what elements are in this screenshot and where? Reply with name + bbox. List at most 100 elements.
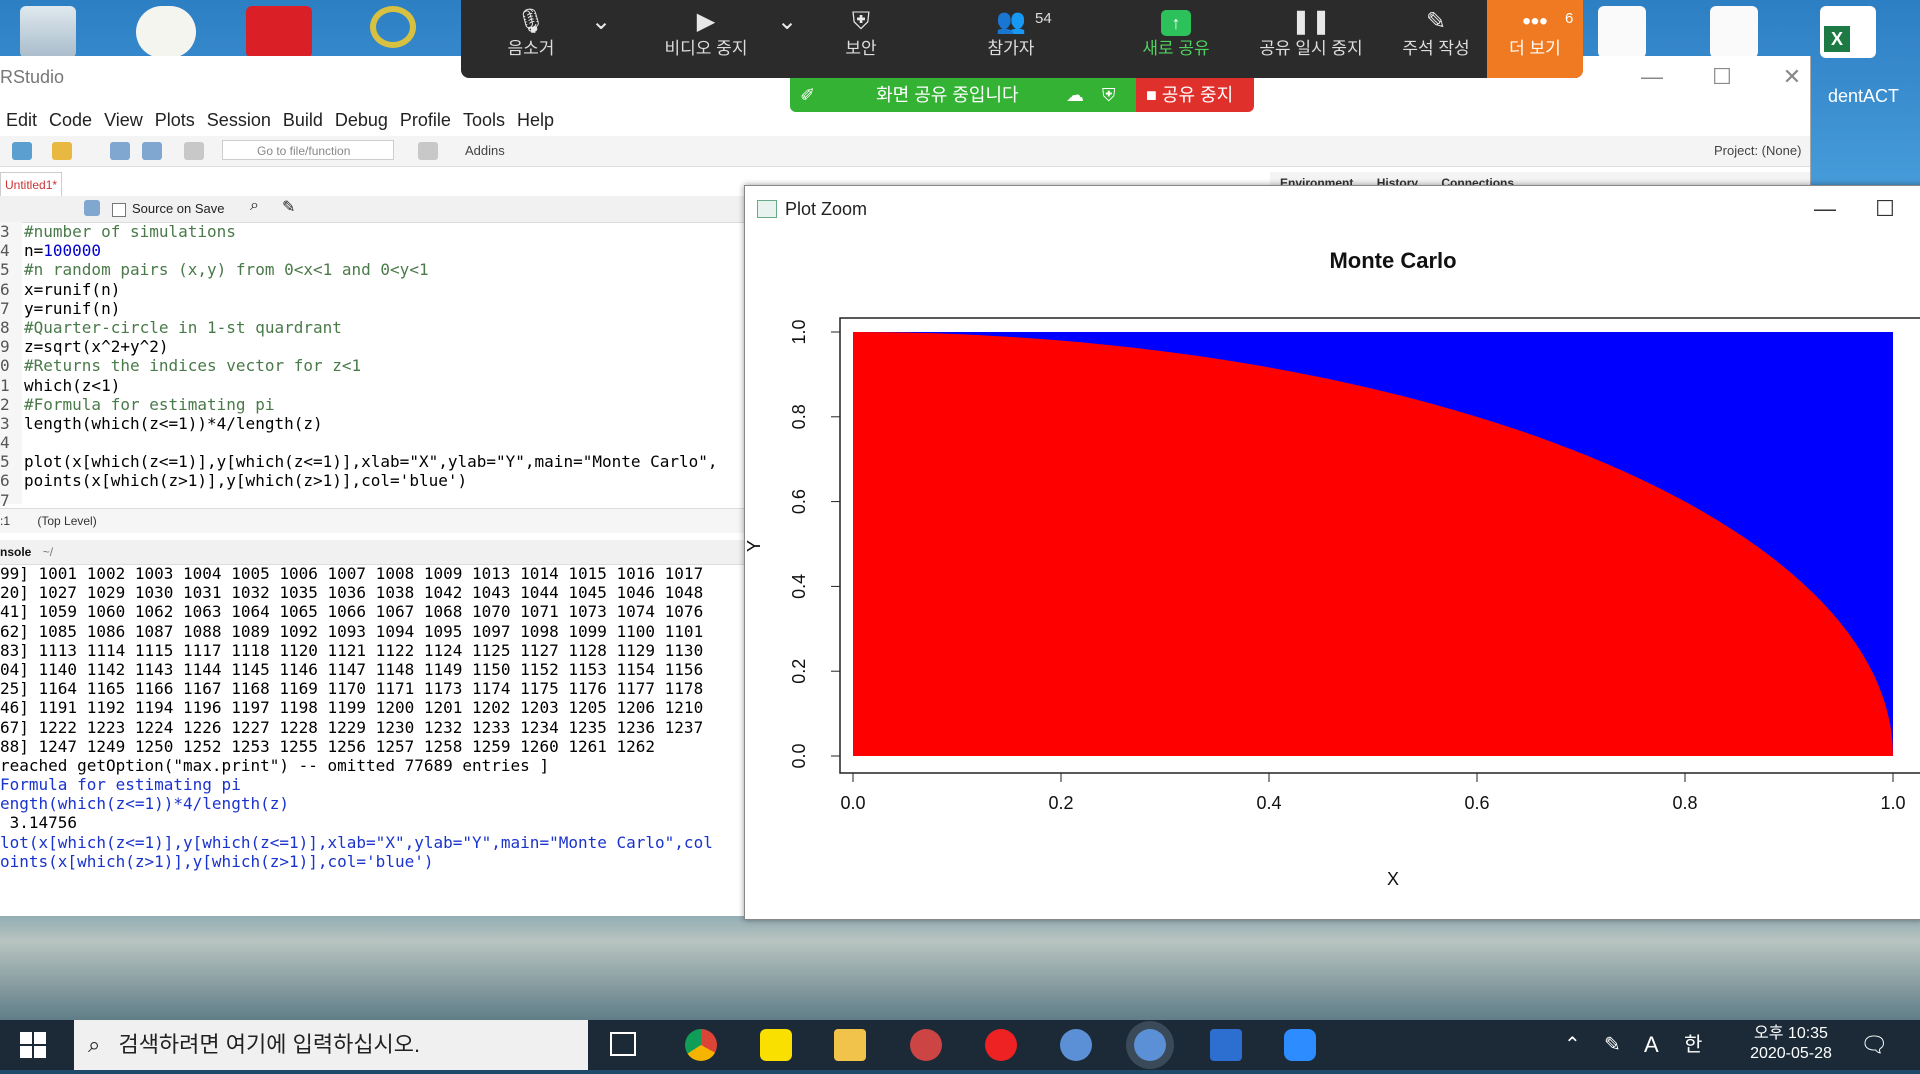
clock[interactable]: 오후 10:35 2020-05-28 — [1736, 1024, 1846, 1074]
desktop-icon-label: dentACT — [1828, 86, 1900, 106]
pen-tray-icon[interactable]: ✎ — [1604, 1020, 1621, 1070]
console-line: oints(x[which(z>1)],y[which(z>1)],col='b… — [0, 851, 434, 871]
goto-file-input[interactable]: Go to file/function — [222, 140, 394, 160]
new-share-button[interactable]: ↑ 새로 공유 — [1121, 0, 1231, 78]
menu-code[interactable]: Code — [43, 104, 98, 136]
code-line[interactable]: 3 #number of simulations — [0, 222, 745, 241]
document-icon[interactable] — [1598, 6, 1646, 58]
video-options-chevron[interactable]: ⌄ — [767, 0, 807, 78]
chrome-icon[interactable] — [685, 1029, 717, 1061]
save-script-icon[interactable] — [84, 200, 100, 216]
code-editor[interactable]: 3 #number of simulations 4 n=100000 5 #n rand… — [0, 222, 745, 510]
creative-cloud-icon[interactable] — [246, 6, 312, 58]
console-output[interactable]: 99] 1001 1002 1003 1004 1005 1006 1007 1… — [0, 564, 745, 964]
menu-build[interactable]: Build — [277, 104, 329, 136]
source-on-save-checkbox[interactable] — [112, 203, 126, 217]
excel-file-icon[interactable]: X — [1820, 6, 1876, 58]
new-file-icon[interactable] — [12, 142, 32, 160]
pause-share-button[interactable]: ❚❚ 공유 일시 중지 — [1241, 0, 1381, 78]
document-icon-2[interactable] — [1710, 6, 1758, 58]
more-badge: 6 — [1565, 10, 1574, 27]
open-file-icon[interactable] — [52, 142, 72, 160]
code-line[interactable]: 4 — [0, 433, 745, 452]
menu-bar: Edit Code View Plots Session Build Debug… — [0, 104, 560, 136]
code-line[interactable]: 0 #Returns the indices vector for z<1 — [0, 356, 745, 375]
code-line[interactable]: 2 #Formula for estimating pi — [0, 395, 745, 414]
notification-icon[interactable]: 🗨 — [1860, 1020, 1888, 1070]
project-menu[interactable]: Project: (None) — [1714, 143, 1801, 158]
rstudio-app-icon[interactable] — [1134, 1029, 1166, 1061]
maximize-button[interactable]: ☐ — [1690, 56, 1754, 98]
ime-mode-indicator[interactable]: A — [1644, 1020, 1659, 1070]
code-line[interactable]: 5 plot(x[which(z<=1)],y[which(z<=1)],xlab… — [0, 452, 745, 471]
menu-debug[interactable]: Debug — [329, 104, 394, 136]
menu-view[interactable]: View — [98, 104, 149, 136]
code-line[interactable]: 3 length(which(z<=1))*4/length(z) — [0, 414, 745, 433]
code-line[interactable]: 6 x=runif(n) — [0, 280, 745, 299]
sharing-banner[interactable]: ✐ 화면 공유 중입니다 ☁ ⛨ — [790, 78, 1136, 112]
save-all-icon[interactable] — [142, 142, 162, 160]
x-tick-label: 1.0 — [1880, 793, 1905, 813]
mascot-app-icon[interactable] — [136, 6, 196, 58]
taskbar: ⌕ 검색하려면 여기에 입력하십시오. ⌃ ✎ A 한 오후 10:35 202… — [0, 1020, 1920, 1070]
minimize-button[interactable]: — — [1620, 56, 1684, 98]
code-line[interactable]: 7 y=runif(n) — [0, 299, 745, 318]
recycle-bin-icon[interactable] — [20, 6, 76, 58]
grid-layout-icon[interactable] — [418, 142, 438, 160]
more-button[interactable]: ••• 더 보기 6 — [1487, 0, 1583, 78]
mute-button[interactable]: 🎙 음소거 — [481, 0, 581, 78]
whiteboard-icon[interactable] — [1210, 1029, 1242, 1061]
pause-icon: ❚❚ — [1290, 8, 1332, 35]
magic-wand-icon[interactable]: ✎ — [282, 197, 295, 217]
search-icon[interactable]: ⌕ — [250, 197, 259, 215]
x-tick-label: 0.2 — [1048, 793, 1073, 813]
menu-plots[interactable]: Plots — [149, 104, 201, 136]
menu-edit[interactable]: Edit — [0, 104, 43, 136]
code-text: #Returns the indices vector for z<1 — [24, 356, 362, 376]
code-text: points(x[which(z>1)],y[which(z>1)],col='… — [24, 471, 468, 491]
code-line[interactable]: 8 #Quarter-circle in 1-st quardrant — [0, 318, 745, 337]
participants-button[interactable]: 👥 참가자 54 — [951, 0, 1071, 78]
taskbar-search-box[interactable]: ⌕ 검색하려면 여기에 입력하십시오. — [74, 1020, 588, 1070]
korean-ime-indicator[interactable]: 한 — [1684, 1020, 1702, 1070]
code-line[interactable]: 6 points(x[which(z>1)],y[which(z>1)],col=… — [0, 471, 745, 490]
snipping-tool-icon[interactable] — [910, 1029, 942, 1061]
code-line[interactable]: 9 z=sqrt(x^2+y^2) — [0, 337, 745, 356]
menu-tools[interactable]: Tools — [457, 104, 511, 136]
code-line[interactable]: 5 #n random pairs (x,y) from 0<x<1 and 0<… — [0, 260, 745, 279]
console-path: ~/ — [42, 545, 54, 559]
pause-share-label: 공유 일시 중지 — [1259, 39, 1363, 58]
code-line[interactable]: 4 n=100000 — [0, 241, 745, 260]
chevron-up-icon[interactable]: ⌃ — [1564, 1020, 1581, 1070]
kakaotalk-icon[interactable] — [760, 1029, 792, 1061]
menu-help[interactable]: Help — [511, 104, 560, 136]
close-button[interactable]: ✕ — [1760, 56, 1824, 98]
menu-profile[interactable]: Profile — [394, 104, 457, 136]
print-icon[interactable] — [184, 142, 204, 160]
windows-start-icon[interactable] — [20, 1032, 46, 1058]
annotate-label: 주석 작성 — [1402, 39, 1470, 58]
code-line[interactable]: 7 — [0, 491, 745, 510]
security-button[interactable]: ⛨ 보안 — [811, 0, 911, 78]
r-app-icon[interactable] — [1060, 1029, 1092, 1061]
plot-minimize-button[interactable]: — — [1795, 186, 1855, 232]
addins-dropdown[interactable]: Addins — [465, 143, 505, 158]
menu-session[interactable]: Session — [201, 104, 277, 136]
stop-share-button[interactable]: ■ 공유 중지 — [1136, 78, 1254, 112]
audio-options-chevron[interactable]: ⌄ — [581, 0, 621, 78]
plot-maximize-button[interactable]: ☐ — [1855, 186, 1915, 232]
console-tab[interactable]: nsole — [0, 545, 31, 559]
editor-tab-untitled[interactable]: Untitled1* — [0, 172, 63, 197]
search-tool-icon[interactable] — [370, 6, 416, 48]
media-player-icon[interactable] — [985, 1029, 1017, 1061]
annotate-button[interactable]: ✎ 주석 작성 — [1381, 0, 1491, 78]
code-line[interactable]: 1 which(z<1) — [0, 376, 745, 395]
stop-video-button[interactable]: ▶ 비디오 중지 — [641, 0, 771, 78]
console-line: Formula for estimating pi — [0, 775, 241, 795]
save-icon[interactable] — [110, 142, 130, 160]
zoom-app-icon[interactable] — [1284, 1029, 1316, 1061]
file-explorer-icon[interactable] — [834, 1029, 866, 1061]
line-number: 2 — [0, 394, 10, 414]
task-view-icon[interactable] — [610, 1032, 636, 1056]
scope-selector[interactable]: (Top Level) — [37, 514, 96, 528]
